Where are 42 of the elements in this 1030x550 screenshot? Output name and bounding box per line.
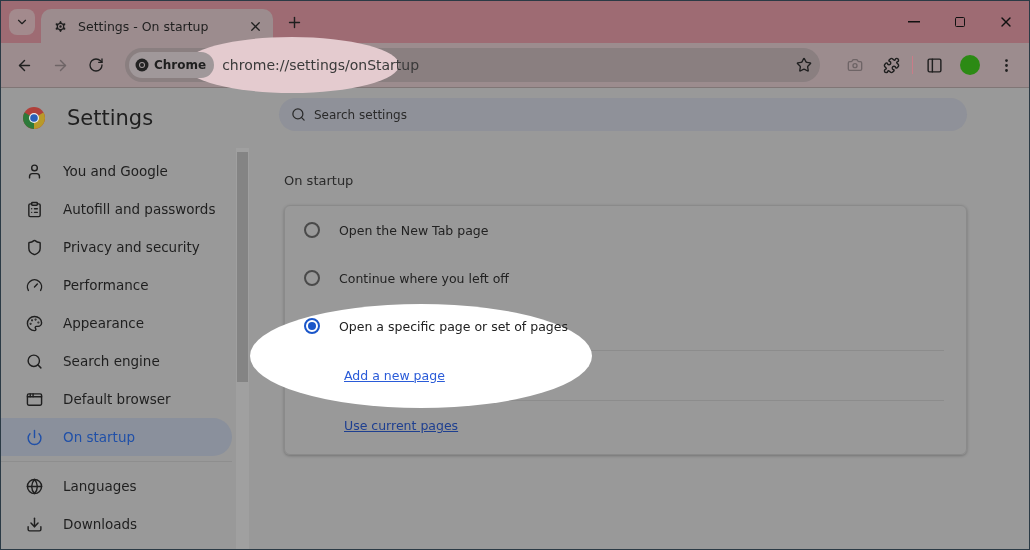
browser-tab[interactable]: Settings - On startup	[41, 9, 273, 43]
sidebar-item[interactable]: Performance	[1, 266, 232, 304]
sidebar-item[interactable]: Languages	[1, 467, 232, 505]
search-icon	[291, 107, 306, 122]
sidebar-item-icon	[26, 390, 43, 408]
maximize-icon	[954, 16, 966, 28]
startup-link[interactable]: Use current pages	[344, 418, 459, 433]
sidebar-item[interactable]: Autofill and passwords	[1, 190, 232, 228]
search-field[interactable]: Search settings	[279, 98, 967, 131]
sidebar-item-icon	[26, 352, 43, 370]
tab-title: Settings - On startup	[78, 18, 210, 34]
minimize-icon	[908, 21, 920, 23]
sidebar-item-icon	[26, 515, 43, 533]
radio-button[interactable]	[304, 270, 320, 286]
sidebar-item[interactable]: Downloads	[1, 505, 232, 543]
site-chip[interactable]: Chrome	[129, 52, 215, 78]
sidebar-item-icon	[26, 276, 43, 294]
section-heading: On startup	[284, 173, 355, 188]
radio-button[interactable]	[304, 318, 320, 334]
startup-link[interactable]: Add a new page	[344, 368, 445, 383]
settings-title: Settings	[67, 106, 154, 130]
bookmark-star-icon[interactable]	[796, 57, 812, 73]
sidebar-item-icon	[26, 477, 43, 495]
sidebar-item-icon	[26, 314, 43, 332]
sidebar-item-icon	[26, 162, 43, 180]
sidebar-item[interactable]: Privacy and security	[1, 228, 232, 266]
sidebar-item[interactable]: Default browser	[1, 380, 232, 418]
gear-icon	[53, 18, 68, 34]
tab-search-button[interactable]	[9, 9, 35, 35]
option-label: Open a specific page or set of pages	[339, 318, 568, 334]
sidebar-item[interactable]: Appearance	[1, 304, 232, 342]
scrollbar[interactable]	[236, 148, 249, 549]
sidebar-item-icon	[26, 238, 43, 256]
option-label: Open the New Tab page	[339, 222, 489, 238]
radio-button[interactable]	[304, 222, 320, 238]
sidebar-item[interactable]: Search engine	[1, 342, 232, 380]
sidebar-item-icon	[26, 200, 43, 218]
reload-icon	[88, 57, 104, 73]
sidebar-item-icon	[26, 428, 43, 446]
sidebar-item[interactable]: You and Google	[1, 152, 232, 190]
url-text: chrome://settings/onStartup	[222, 57, 420, 73]
option-label: Continue where you left off	[339, 270, 509, 286]
